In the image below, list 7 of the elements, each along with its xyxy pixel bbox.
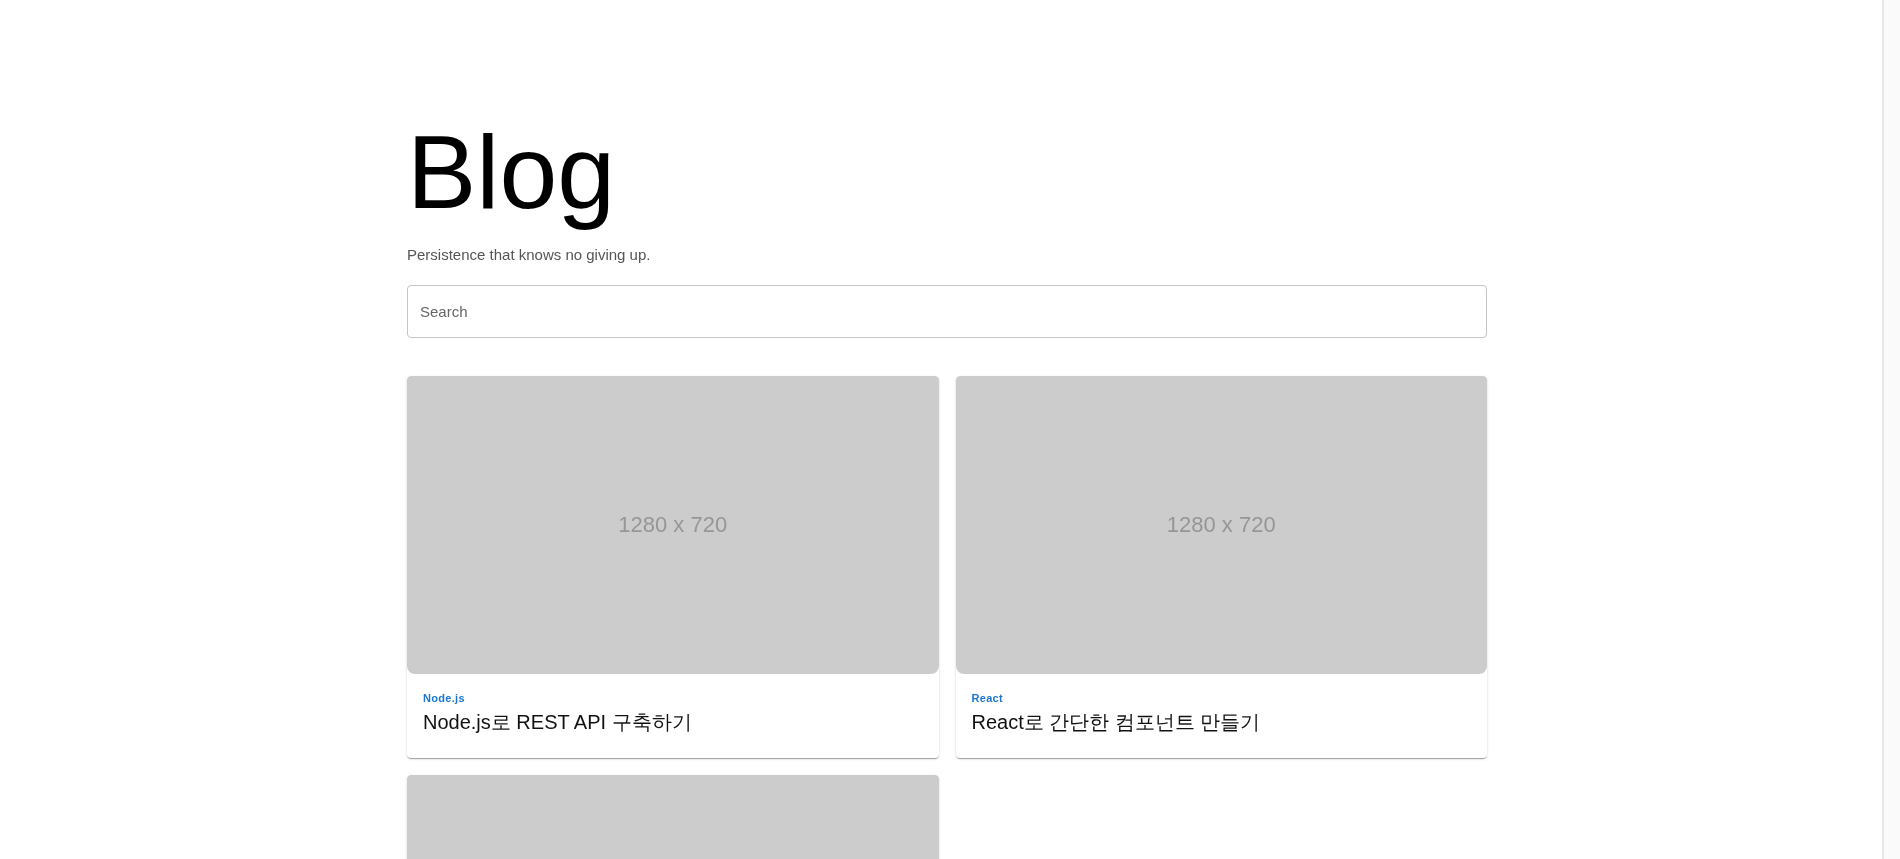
post-title: Node.js로 REST API 구축하기	[423, 710, 693, 736]
post-title: React로 간단한 컴포넌트 만들기	[971, 710, 1262, 736]
search-field[interactable]: Search	[407, 285, 1487, 339]
blog-subtitle: Persistence that knows no giving up.	[407, 246, 652, 264]
blog-title: Blog	[407, 115, 617, 230]
post-category: Node.js	[423, 692, 466, 705]
post-category: React	[971, 692, 1004, 705]
